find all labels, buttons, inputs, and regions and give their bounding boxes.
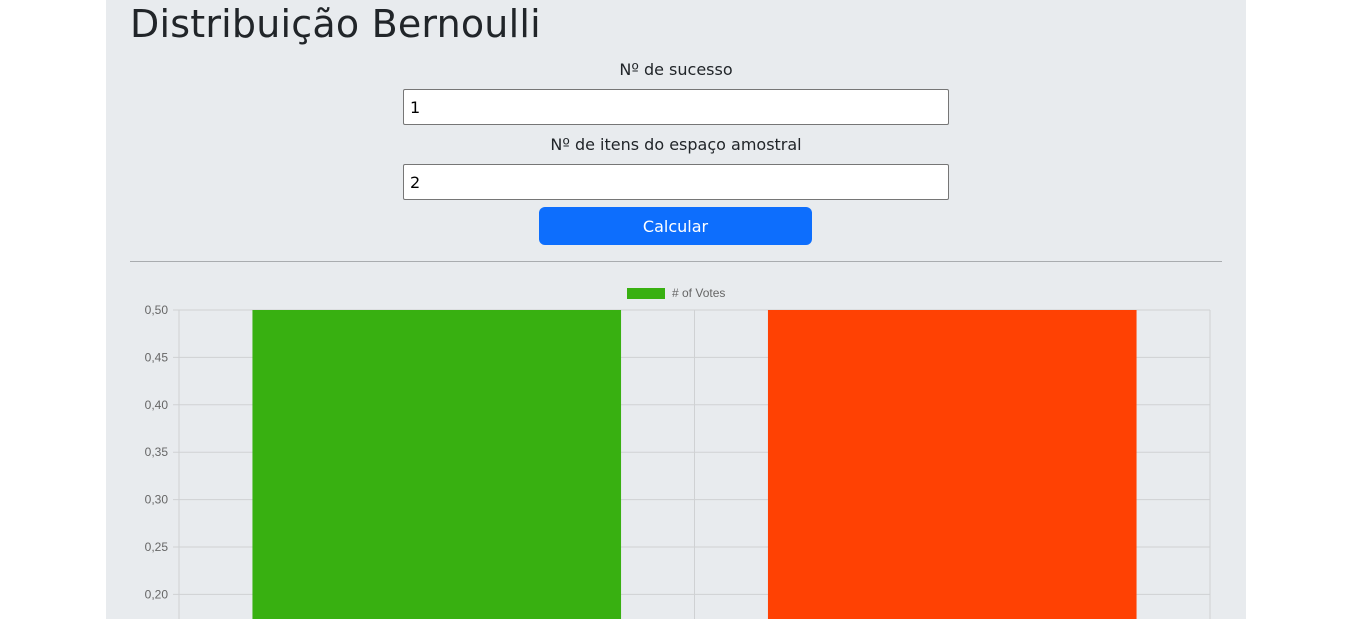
y-tick-label: 0,35: [145, 445, 169, 459]
success-label: Nº de sucesso: [619, 60, 733, 79]
y-tick-label: 0,25: [145, 540, 169, 554]
y-tick-label: 0,50: [145, 303, 169, 317]
main-container: Distribuição Bernoulli Nº de sucesso Nº …: [106, 0, 1246, 619]
items-label: Nº de itens do espaço amostral: [550, 135, 802, 154]
y-tick-label: 0,40: [145, 398, 169, 412]
page-title: Distribuição Bernoulli: [130, 2, 541, 46]
legend-label: # of Votes: [672, 286, 725, 300]
bar-chart: 0,50 0,45 0,40 0,35 0,30 0,25 0,20 # of Votes: [145, 286, 1211, 619]
y-tick-label: 0,30: [145, 493, 169, 507]
legend-swatch: [627, 288, 665, 299]
y-tick-label: 0,20: [145, 587, 169, 601]
bar: [252, 310, 622, 619]
y-tick-label: 0,45: [145, 350, 169, 364]
items-input[interactable]: [403, 164, 949, 200]
success-input[interactable]: [403, 89, 949, 125]
divider: [130, 261, 1222, 262]
calculate-button[interactable]: Calcular: [539, 207, 812, 245]
bar: [767, 310, 1137, 619]
